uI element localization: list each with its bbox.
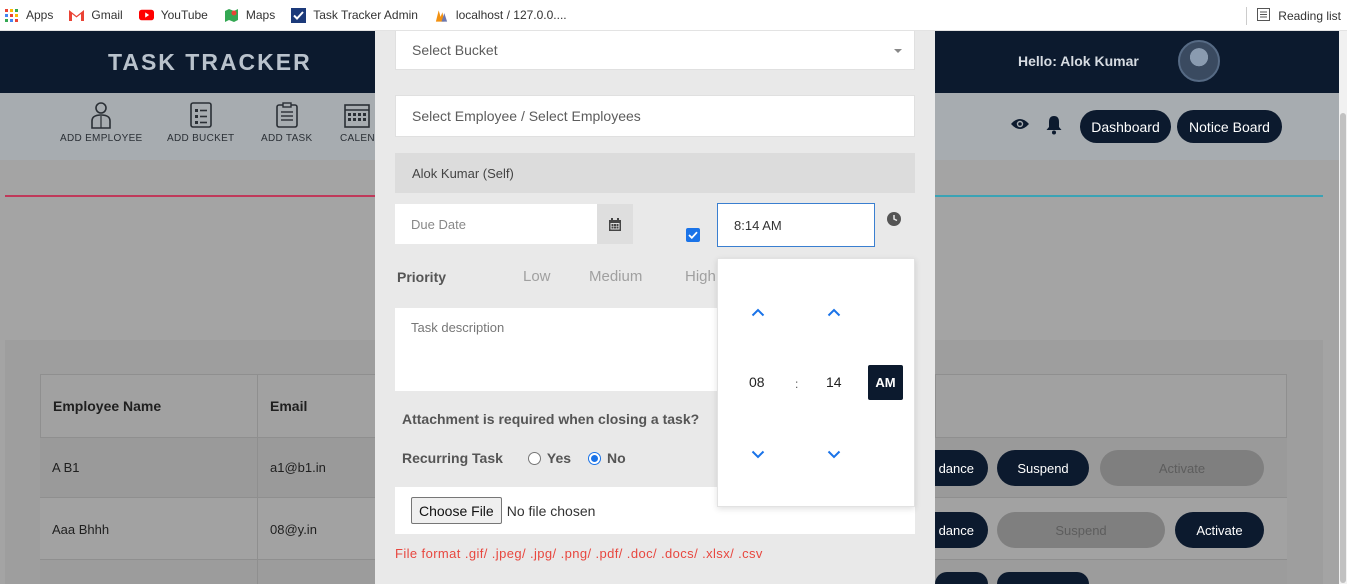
bookmark-label: YouTube: [160, 8, 208, 22]
bookmark-task-tracker-admin[interactable]: Task Tracker Admin: [291, 7, 418, 23]
add-bucket-button[interactable]: ADD BUCKET: [167, 101, 234, 144]
calendar-icon: [344, 101, 371, 129]
time-picker-dropdown: 08 : 14 AM: [717, 258, 915, 507]
time-separator: :: [795, 377, 799, 391]
bookmark-localhost[interactable]: localhost / 127.0.0....: [434, 8, 567, 23]
clipboard-icon: [274, 101, 300, 129]
employee-name-cell: A B1: [52, 460, 80, 475]
employee-name-cell: Aaa Bhhh: [52, 522, 110, 537]
priority-medium[interactable]: Medium: [589, 268, 642, 285]
dashboard-button[interactable]: Dashboard: [1080, 110, 1171, 143]
recurring-yes-radio[interactable]: [527, 451, 541, 465]
add-employee-button[interactable]: ADD EMPLOYEE: [60, 101, 143, 144]
page-scrollbar[interactable]: [1339, 31, 1347, 584]
attendance-button[interactable]: [935, 572, 988, 584]
avatar[interactable]: [1178, 40, 1220, 82]
recurring-no-label: No: [607, 450, 626, 466]
email-cell: 08@y.in: [270, 522, 317, 537]
minute-value[interactable]: 14: [826, 374, 842, 390]
priority-low[interactable]: Low: [523, 268, 551, 285]
divider: [1246, 6, 1248, 25]
app-logo: TASK TRACKER: [108, 49, 312, 75]
scrollbar-thumb[interactable]: [1340, 113, 1346, 583]
due-date-input[interactable]: Due Date: [395, 204, 597, 244]
minute-up-chevron-icon[interactable]: [824, 305, 844, 319]
checkbox-icon: [291, 7, 307, 23]
time-enable-checkbox[interactable]: [686, 228, 700, 242]
maps-icon: [224, 8, 239, 23]
divider: [257, 374, 258, 584]
am-pm-toggle[interactable]: AM: [868, 365, 903, 400]
bookmark-label: Gmail: [91, 8, 123, 22]
tool-label: ADD TASK: [261, 133, 313, 144]
user-greeting: Hello: Alok Kumar: [1018, 53, 1139, 69]
file-format-hint: File format .gif/ .jpeg/ .jpg/ .png/ .pd…: [395, 546, 763, 561]
recurring-no-radio[interactable]: [588, 451, 602, 465]
recurring-task-label: Recurring Task: [402, 450, 503, 466]
tool-label: ADD BUCKET: [167, 133, 235, 144]
employee-select[interactable]: Select Employee / Select Employees: [395, 95, 915, 137]
clock-icon[interactable]: [887, 212, 901, 229]
bookmarks-bar: Apps Gmail YouTube Maps Task Tracker Adm…: [0, 0, 1347, 31]
hour-up-chevron-icon[interactable]: [748, 305, 768, 319]
document-list-icon: [188, 101, 214, 129]
bookmark-label: localhost / 127.0.0....: [455, 8, 567, 22]
bookmark-label: Task Tracker Admin: [313, 8, 418, 22]
priority-label: Priority: [397, 269, 447, 285]
apps-grid-icon: [4, 8, 19, 23]
recurring-yes-label: Yes: [546, 450, 572, 466]
self-option[interactable]: Alok Kumar (Self): [395, 153, 915, 193]
email-cell: a1@b1.in: [270, 460, 326, 475]
priority-high[interactable]: High: [685, 268, 716, 285]
choose-file-button[interactable]: Choose File: [411, 497, 502, 524]
column-header-email: Email: [257, 374, 377, 438]
bookmark-label: Apps: [26, 8, 54, 22]
add-task-button[interactable]: ADD TASK: [261, 101, 313, 144]
calendar-button[interactable]: CALEN: [340, 101, 375, 144]
gmail-icon: [69, 8, 85, 23]
employee-select-value: Select Employee / Select Employees: [412, 108, 641, 124]
bucket-select[interactable]: Select Bucket: [395, 31, 915, 70]
bookmark-gmail[interactable]: Gmail: [69, 8, 123, 23]
youtube-icon: [138, 8, 154, 23]
suspend-button[interactable]: [997, 572, 1089, 584]
activate-button[interactable]: Activate: [1100, 450, 1264, 486]
tool-label: ADD EMPLOYEE: [60, 133, 143, 144]
phpmyadmin-icon: [434, 8, 449, 23]
activate-button[interactable]: Activate: [1175, 512, 1264, 548]
bookmark-label: Maps: [245, 8, 276, 22]
recurring-task-group: Recurring Task Yes No: [402, 450, 626, 466]
bucket-select-value: Select Bucket: [412, 42, 498, 58]
suspend-button[interactable]: Suspend: [997, 512, 1165, 548]
bell-icon[interactable]: [1045, 115, 1063, 138]
chevron-down-icon: [894, 49, 902, 53]
tool-label: CALEN: [340, 133, 375, 144]
reading-list[interactable]: Reading list: [1246, 0, 1341, 31]
attachment-required-label: Attachment is required when closing a ta…: [402, 411, 700, 427]
minute-down-chevron-icon[interactable]: [824, 447, 844, 461]
hour-value[interactable]: 08: [749, 374, 765, 390]
bookmark-youtube[interactable]: YouTube: [138, 8, 208, 23]
bookmark-apps[interactable]: Apps: [4, 8, 53, 23]
divider: [935, 195, 1323, 197]
reading-list-icon: [1257, 7, 1271, 24]
notice-board-button[interactable]: Notice Board: [1177, 110, 1282, 143]
bookmark-maps[interactable]: Maps: [224, 8, 275, 23]
user-icon: [88, 101, 114, 129]
column-header-employee-name: Employee Name: [40, 374, 258, 438]
time-input[interactable]: 8:14 AM: [717, 203, 875, 247]
no-file-label: No file chosen: [506, 502, 596, 519]
column-header-actions: [935, 374, 1287, 438]
calendar-icon[interactable]: [597, 204, 633, 244]
hour-down-chevron-icon[interactable]: [748, 447, 768, 461]
suspend-button[interactable]: Suspend: [997, 450, 1089, 486]
due-date-placeholder: Due Date: [411, 216, 466, 232]
divider: [5, 195, 375, 197]
task-description-input[interactable]: Task description: [395, 308, 725, 391]
reading-list-label: Reading list: [1278, 8, 1341, 23]
eye-icon[interactable]: [1010, 117, 1030, 134]
